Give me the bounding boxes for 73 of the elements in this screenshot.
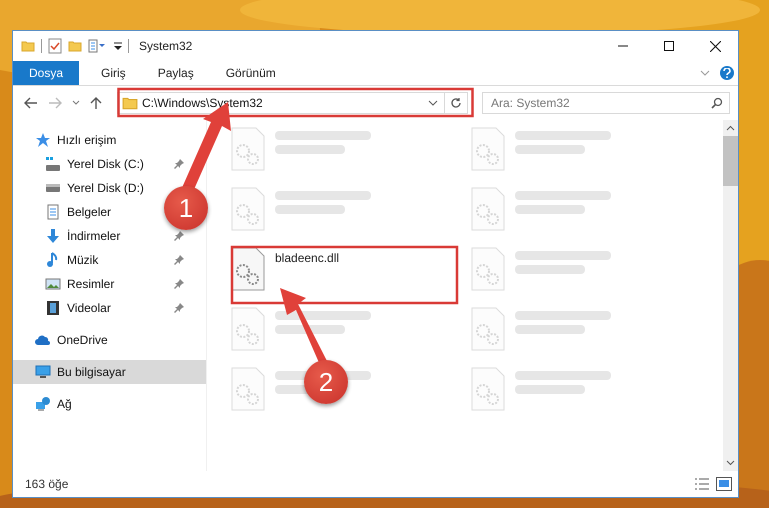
checklist-icon[interactable] (48, 38, 62, 54)
blurred-type (275, 205, 345, 214)
navigation-item[interactable]: Ağ (35, 396, 72, 412)
customize-icon[interactable] (88, 39, 108, 53)
dropdown-icon[interactable] (114, 41, 122, 51)
large-icons-view-icon[interactable] (716, 477, 732, 491)
refresh-icon (450, 97, 462, 109)
gear-file-icon (471, 367, 505, 411)
navigation-item[interactable]: Resimler (45, 276, 114, 292)
download-icon (45, 228, 61, 244)
network-icon (35, 396, 51, 412)
blurred-type (515, 385, 585, 394)
folder-icon (122, 95, 138, 111)
film-icon (45, 300, 61, 316)
arrow-right-icon (48, 97, 62, 109)
blurred-type (275, 145, 345, 154)
gear-file-icon (471, 127, 505, 171)
window-title: System32 (139, 39, 192, 53)
pin-icon[interactable] (174, 231, 184, 241)
navigation-item[interactable]: Yerel Disk (C:) (45, 156, 144, 172)
navigation-item[interactable]: Müzik (45, 252, 98, 268)
gear-file-icon (231, 187, 265, 231)
navigation-item[interactable]: Hızlı erişim (35, 132, 116, 148)
star-icon (35, 132, 51, 148)
blurred-type (515, 325, 585, 334)
ribbon-tab[interactable]: Paylaş (142, 61, 210, 85)
pin-icon[interactable] (174, 303, 184, 313)
blurred-type (515, 145, 585, 154)
navigation-item[interactable]: OneDrive (35, 332, 108, 348)
gear-file-icon (231, 127, 265, 171)
pin-icon[interactable] (174, 159, 184, 169)
gear-file-icon (231, 247, 265, 291)
navigation-item[interactable]: Belgeler (45, 204, 112, 220)
scrollbar[interactable] (723, 120, 738, 471)
address-field[interactable]: C:\Windows\System32 (117, 92, 468, 114)
pin-icon[interactable] (174, 255, 184, 265)
monitor-icon (35, 364, 51, 380)
navigation-item[interactable]: İndirmeler (45, 228, 120, 244)
blurred-type (275, 325, 345, 334)
gear-file-icon (231, 367, 265, 411)
folder-icon (21, 39, 35, 53)
pin-icon[interactable] (174, 279, 184, 289)
navigation-item[interactable]: Yerel Disk (D:) (45, 181, 144, 195)
gear-file-icon (471, 247, 505, 291)
drive-icon (45, 184, 61, 192)
navigation-item[interactable]: Bu bilgisayar (13, 360, 206, 384)
gear-file-icon (471, 307, 505, 351)
caret-icon[interactable] (428, 100, 438, 106)
picture-icon (45, 276, 61, 292)
ribbon-tab[interactable]: Giriş (85, 61, 142, 85)
gear-file-icon (471, 187, 505, 231)
search-field[interactable]: Ara: System32 (482, 92, 730, 114)
chevron-down-icon (72, 100, 80, 106)
minimize-icon (618, 45, 628, 47)
help-icon[interactable] (720, 66, 734, 80)
arrow-left-icon (24, 97, 38, 109)
chevron-down-icon[interactable] (700, 70, 710, 76)
details-view-icon[interactable] (694, 477, 710, 491)
gear-file-icon (231, 307, 265, 351)
ribbon-tab[interactable]: Dosya (13, 61, 80, 85)
arrow-up-icon (90, 96, 102, 110)
navigation-item[interactable]: Videolar (45, 300, 111, 316)
maximize-icon (664, 41, 674, 51)
document-icon (45, 204, 61, 220)
close-icon (710, 40, 720, 52)
ribbon-tab[interactable]: Görünüm (210, 61, 292, 85)
scrollbar-thumb[interactable] (723, 136, 738, 186)
file-name[interactable]: bladeenc.dll (275, 251, 340, 265)
blurred-type (515, 265, 585, 274)
item-count: 163 öğe (25, 477, 68, 491)
drive-icon (45, 156, 61, 172)
search-icon[interactable] (711, 97, 723, 109)
blurred-type (515, 205, 585, 214)
